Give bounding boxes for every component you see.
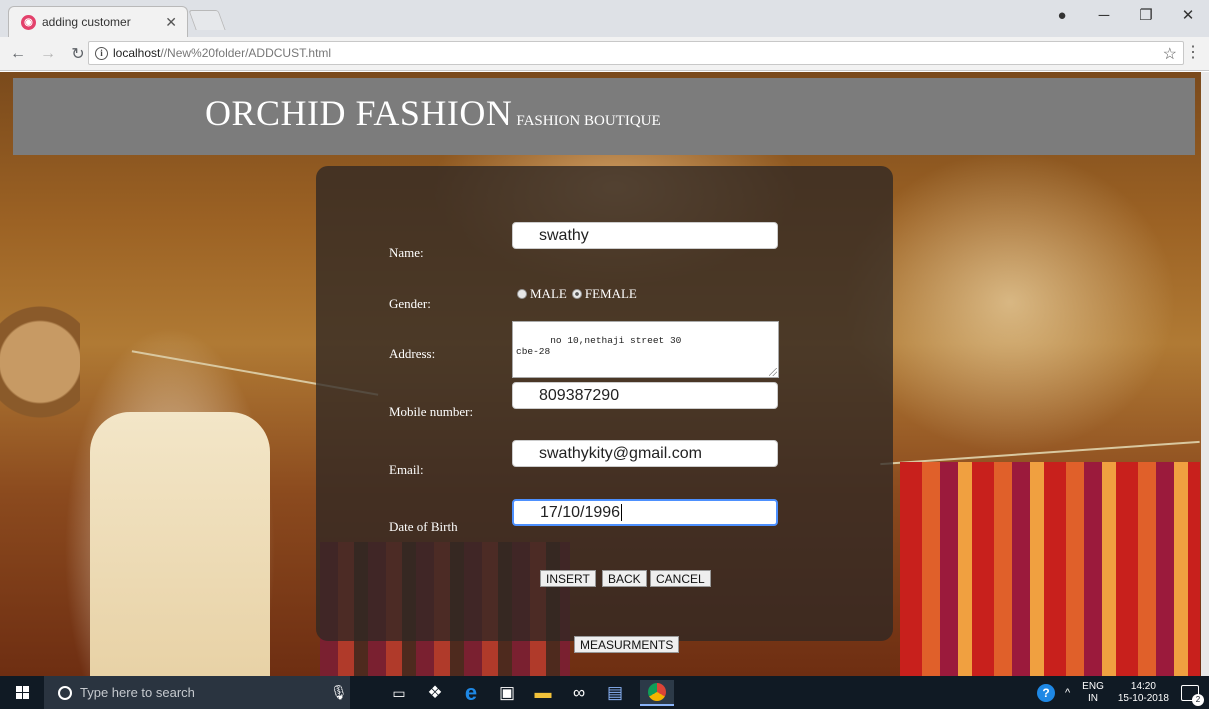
chrome-icon[interactable] — [640, 680, 674, 706]
taskbar-search[interactable]: Type here to search — [44, 676, 350, 709]
address-textarea[interactable]: no 10,nethaji street 30 cbe-28 — [512, 321, 779, 378]
back-arrow-icon[interactable]: ← — [6, 45, 30, 63]
male-radio[interactable] — [517, 289, 527, 299]
file-explorer-icon[interactable]: ▬ — [530, 680, 556, 706]
store-icon[interactable]: ▣ — [494, 680, 520, 706]
female-radio[interactable] — [571, 289, 582, 299]
address-label: Address: — [389, 346, 436, 361]
dob-label: Date of Birth — [389, 519, 458, 534]
mobile-label: Mobile number: — [389, 404, 474, 419]
region-code: IN — [1088, 692, 1098, 704]
close-window-icon[interactable]: ✕ — [1167, 6, 1209, 24]
email-label: Email: — [389, 462, 424, 477]
insert-button[interactable]: INSERT — [540, 570, 596, 587]
taskbar: Type here to search 🎙 ▭ ❖ e ▣ ▬ ∞ ▤ ? ^ … — [0, 676, 1209, 709]
tab-title: adding customer — [42, 15, 131, 29]
tab-close-icon[interactable]: ✕ — [165, 14, 177, 31]
restore-icon[interactable]: ❐ — [1125, 6, 1167, 24]
windows-logo-icon — [15, 686, 29, 699]
url-path: //New%20folder/ADDCUST.html — [160, 46, 332, 60]
clock-date: 15-10-2018 — [1117, 692, 1169, 704]
system-tray: ? ^ ENG IN 14:20 15-10-2018 2 — [1037, 676, 1209, 709]
notification-badge: 2 — [1192, 693, 1204, 706]
new-tab-button[interactable] — [188, 10, 226, 30]
reload-icon[interactable]: ↻ — [66, 44, 90, 64]
favicon-icon: ◉ — [21, 14, 36, 30]
wall-ornament — [0, 272, 80, 442]
female-radio-label: FEMALE — [584, 286, 637, 301]
address-bar[interactable]: i localhost //New%20folder/ADDCUST.html … — [88, 41, 1184, 65]
task-view-icon[interactable]: ▭ — [386, 680, 412, 706]
garment-shape — [90, 412, 270, 676]
start-button[interactable] — [0, 676, 44, 709]
resize-grip-icon[interactable] — [769, 368, 777, 376]
back-button[interactable]: BACK — [602, 570, 647, 587]
mobile-input[interactable]: 809387290 — [512, 382, 778, 409]
customer-form: Name: swathy Gender: MALE FEMALE Address… — [316, 166, 893, 641]
gender-radio-group: MALE FEMALE — [517, 286, 642, 302]
action-center-icon[interactable]: 2 — [1181, 684, 1204, 706]
cancel-button[interactable]: CANCEL — [650, 570, 711, 587]
search-placeholder: Type here to search — [80, 685, 195, 700]
url-host: localhost — [113, 46, 161, 60]
brand-tagline: FASHION BOUTIQUE — [516, 113, 661, 129]
page-viewport: ORCHID FASHION FASHION BOUTIQUE Name: swa… — [0, 72, 1209, 676]
name-label: Name: — [389, 245, 424, 260]
browser-toolbar: ← → ↻ i localhost //New%20folder/ADDCUST… — [0, 37, 1209, 71]
browser-tab[interactable]: ◉ adding customer ✕ — [8, 6, 188, 37]
lang-code: ENG — [1082, 680, 1104, 692]
microphone-icon[interactable]: 🎙 — [330, 684, 348, 701]
edge-browser-icon[interactable]: e — [458, 680, 484, 706]
language-indicator[interactable]: ENG IN — [1082, 681, 1104, 705]
site-header: ORCHID FASHION FASHION BOUTIQUE — [13, 78, 1195, 155]
profile-icon[interactable]: ● — [1041, 7, 1083, 24]
chevron-up-icon[interactable]: ^ — [1065, 687, 1070, 699]
dropbox-icon[interactable]: ❖ — [422, 680, 448, 706]
page-scrollbar[interactable] — [1201, 72, 1209, 676]
tab-strip: ◉ adding customer ✕ ● ─ ❐ ✕ — [0, 0, 1209, 37]
gender-label: Gender: — [389, 296, 431, 311]
brand-title: ORCHID FASHION FASHION BOUTIQUE — [205, 92, 661, 134]
word-icon[interactable]: ▤ — [602, 680, 628, 706]
menu-kebab-icon[interactable]: ⋮ — [1185, 45, 1201, 61]
text-caret — [621, 504, 623, 521]
window-controls: ● ─ ❐ ✕ — [1041, 0, 1209, 30]
address-text: no 10,nethaji street 30 cbe-28 — [516, 335, 682, 357]
help-icon[interactable]: ? — [1037, 683, 1055, 702]
clock-time: 14:20 — [1130, 680, 1156, 692]
brand-name: ORCHID FASHION — [205, 93, 513, 133]
forward-arrow-icon[interactable]: → — [36, 45, 60, 63]
minimize-icon[interactable]: ─ — [1083, 7, 1125, 24]
measurements-button[interactable]: MEASURMENTS — [574, 636, 680, 653]
male-radio-label: MALE — [530, 286, 567, 301]
garment-shape — [900, 462, 1200, 676]
infinity-app-icon[interactable]: ∞ — [566, 680, 592, 706]
dob-value: 17/10/1996 — [540, 503, 621, 521]
info-icon[interactable]: i — [95, 46, 108, 60]
cortana-icon — [58, 685, 72, 700]
email-input[interactable]: swathykity@gmail.com — [512, 440, 778, 467]
clock[interactable]: 14:20 15-10-2018 — [1118, 681, 1169, 705]
dob-input[interactable]: 17/10/1996 — [512, 499, 778, 526]
bookmark-star-icon[interactable]: ☆ — [1163, 44, 1177, 64]
name-input[interactable]: swathy — [512, 222, 778, 249]
